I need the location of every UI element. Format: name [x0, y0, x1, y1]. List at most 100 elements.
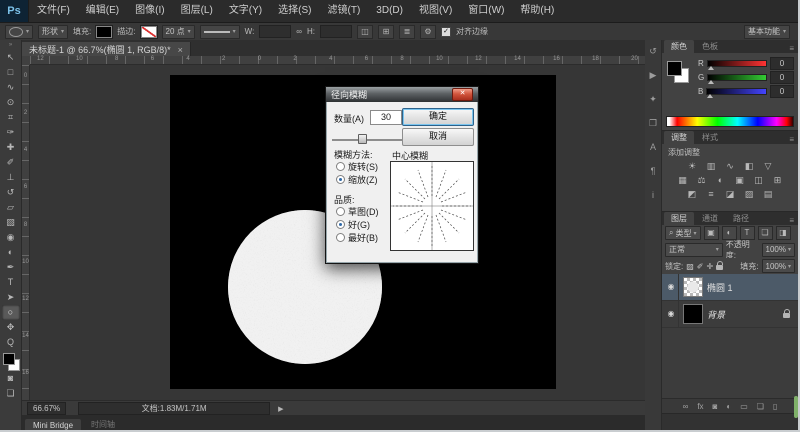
blue-value[interactable]: 0: [770, 85, 794, 98]
radio-selected-icon[interactable]: [336, 220, 345, 229]
layer-thumbnail[interactable]: [683, 304, 703, 324]
adj-black-white-icon[interactable]: ◐: [713, 174, 728, 187]
lock-all-icon[interactable]: [716, 265, 723, 270]
adj-channel-mixer-icon[interactable]: ◫: [751, 174, 766, 187]
tool-hand[interactable]: ✥: [2, 320, 20, 335]
tab-adjustments[interactable]: 调整: [664, 131, 694, 144]
adj-vibrance-icon[interactable]: ▽: [761, 160, 776, 173]
tool-blur[interactable]: ◉: [2, 230, 20, 245]
radio-selected-icon[interactable]: [336, 175, 345, 184]
quick-mask-button[interactable]: ◙: [2, 371, 20, 386]
filter-shape-icon[interactable]: ❏: [758, 226, 773, 240]
blue-slider[interactable]: [706, 88, 767, 95]
red-slider[interactable]: [707, 60, 767, 67]
adj-posterize-icon[interactable]: ≡: [704, 188, 719, 201]
filter-smart-object-icon[interactable]: ◨: [776, 226, 791, 240]
layer-row-ellipse[interactable]: ◉ 椭圆 1: [662, 274, 798, 301]
ok-button[interactable]: 确定: [402, 108, 474, 126]
new-layer-icon[interactable]: ❏: [757, 402, 764, 411]
layer-thumbnail[interactable]: [683, 277, 703, 297]
brush-presets-panel-icon[interactable]: ✦: [646, 92, 661, 106]
slider-thumb[interactable]: [358, 134, 367, 144]
tool-marquee[interactable]: □: [2, 65, 20, 80]
arrange-icon[interactable]: ≣: [399, 25, 415, 39]
vertical-ruler[interactable]: 0246810121416: [22, 65, 30, 400]
menu-item-type[interactable]: 文字(Y): [221, 0, 270, 22]
dialog-close-button[interactable]: ✕: [452, 88, 473, 101]
actions-panel-icon[interactable]: ▶: [646, 68, 661, 82]
adj-color-balance-icon[interactable]: ⚖: [694, 174, 709, 187]
blur-center-preview[interactable]: [390, 161, 474, 251]
amount-input[interactable]: 30: [370, 110, 402, 125]
menu-item-layer[interactable]: 图层(L): [173, 0, 221, 22]
radio-icon[interactable]: [336, 162, 345, 171]
radio-spin[interactable]: 旋转(S): [336, 160, 378, 173]
status-menu-arrow-icon[interactable]: ▶: [278, 405, 283, 413]
foreground-background-swatches[interactable]: [2, 353, 20, 371]
horizontal-ruler[interactable]: 1210864202468101214161820: [30, 56, 645, 65]
tab-mini-bridge[interactable]: Mini Bridge: [25, 419, 81, 432]
zoom-level-field[interactable]: 66.67%: [27, 402, 66, 415]
adj-color-lookup-icon[interactable]: ⊞: [770, 174, 785, 187]
tab-timeline[interactable]: 时间轴: [83, 417, 123, 432]
combine-shapes-icon[interactable]: ◫: [357, 25, 373, 39]
cancel-button[interactable]: 取消: [402, 128, 474, 146]
tool-move[interactable]: ↖: [2, 50, 20, 65]
adj-curves-icon[interactable]: ∿: [723, 160, 738, 173]
scrollbar-thumb[interactable]: [794, 396, 798, 418]
menu-item-file[interactable]: 文件(F): [29, 0, 78, 22]
menu-item-edit[interactable]: 编辑(E): [78, 0, 127, 22]
foreground-color-swatch[interactable]: [3, 353, 15, 365]
stroke-swatch[interactable]: [141, 26, 157, 38]
radio-good[interactable]: 好(G): [336, 218, 370, 231]
stroke-width-field[interactable]: 20 点▾: [162, 25, 195, 39]
tool-type[interactable]: T: [2, 275, 20, 290]
dialog-title-bar[interactable]: 径向模糊 ✕: [326, 87, 478, 102]
toolbar-collapse-icon[interactable]: »: [9, 42, 12, 50]
green-value[interactable]: 0: [770, 71, 794, 84]
layer-name[interactable]: 背景: [707, 308, 725, 321]
workspace-dropdown[interactable]: 基本功能▾: [744, 25, 790, 39]
color-spectrum-bar[interactable]: [666, 116, 794, 127]
tab-channels[interactable]: 通道: [695, 212, 725, 225]
panel-menu-icon[interactable]: ≡: [789, 216, 794, 225]
tab-styles[interactable]: 样式: [695, 131, 725, 144]
delete-layer-icon[interactable]: ▯: [773, 402, 777, 411]
lock-pixels-icon[interactable]: ✐: [697, 262, 704, 271]
menu-item-filter[interactable]: 滤镜(T): [320, 0, 369, 22]
adj-hue-saturation-icon[interactable]: ▦: [675, 174, 690, 187]
tool-crop[interactable]: ⌗: [2, 110, 20, 125]
lock-position-icon[interactable]: ✛: [707, 262, 714, 271]
layer-name[interactable]: 椭圆 1: [707, 281, 733, 294]
visibility-eye-icon[interactable]: ◉: [664, 301, 679, 327]
layer-style-icon[interactable]: fx: [697, 402, 703, 411]
foreground-color-swatch[interactable]: [667, 61, 682, 76]
tab-color[interactable]: 颜色: [664, 40, 694, 53]
panel-menu-icon[interactable]: ≡: [789, 44, 794, 53]
tool-healing-brush[interactable]: ✚: [2, 140, 20, 155]
layer-mask-icon[interactable]: ◙: [713, 402, 718, 411]
tool-pen[interactable]: ✒: [2, 260, 20, 275]
character-panel-icon[interactable]: A: [646, 140, 661, 154]
tool-zoom[interactable]: Q: [2, 335, 20, 350]
amount-slider[interactable]: [332, 132, 404, 141]
visibility-eye-icon[interactable]: ◉: [664, 274, 679, 300]
tab-close-icon[interactable]: ×: [178, 45, 183, 55]
adj-levels-icon[interactable]: ▥: [704, 160, 719, 173]
radio-best[interactable]: 最好(B): [336, 231, 378, 244]
lock-transparent-icon[interactable]: ▨: [686, 262, 694, 271]
paragraph-panel-icon[interactable]: ¶: [646, 164, 661, 178]
link-dimensions-icon[interactable]: ∞: [296, 27, 302, 36]
red-value[interactable]: 0: [770, 57, 794, 70]
menu-item-view[interactable]: 视图(V): [411, 0, 460, 22]
panel-menu-icon[interactable]: ≡: [789, 135, 794, 144]
adj-gradient-map-icon[interactable]: ▤: [761, 188, 776, 201]
tool-gradient[interactable]: ▧: [2, 215, 20, 230]
tool-brush[interactable]: ✐: [2, 155, 20, 170]
tool-dodge[interactable]: ◐: [2, 245, 20, 260]
fill-swatch[interactable]: [96, 26, 112, 38]
align-edges-checkbox[interactable]: ✓: [441, 27, 451, 37]
tool-path-select[interactable]: ➤: [2, 290, 20, 305]
fill-dropdown[interactable]: 100% ▾: [762, 259, 795, 273]
tool-ellipse-shape[interactable]: ○: [2, 305, 20, 320]
